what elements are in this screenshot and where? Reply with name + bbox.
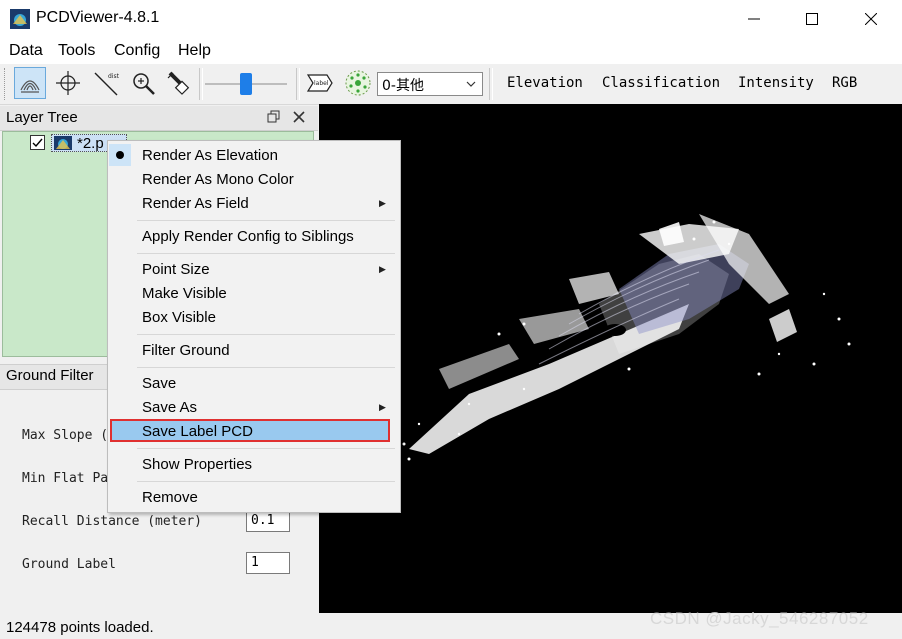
select-points-icon	[20, 80, 40, 93]
layer-visibility-checkbox[interactable]	[30, 135, 45, 150]
menu-filter-ground[interactable]: Filter Ground	[142, 342, 230, 359]
minimize-icon	[748, 18, 760, 20]
tag-label-text: label	[314, 80, 329, 87]
menu-config[interactable]: Config	[114, 42, 160, 60]
point-cluster-icon	[345, 70, 371, 96]
menu-separator	[137, 334, 395, 335]
toolbar-separator	[296, 68, 300, 100]
ground-label-field[interactable]: 1	[246, 552, 290, 574]
radio-dot-icon	[116, 151, 124, 159]
layer-select-dropdown[interactable]: 0-其他	[377, 72, 483, 96]
zoom-button[interactable]	[127, 67, 159, 99]
app-icon	[10, 9, 30, 29]
measure-label: dist	[108, 73, 120, 80]
opacity-slider-handle[interactable]	[240, 73, 252, 95]
eraser-icon	[167, 71, 190, 95]
crosshair-icon	[56, 71, 80, 95]
menu-separator	[137, 481, 395, 482]
menu-separator	[137, 367, 395, 368]
minimize-button[interactable]	[725, 0, 783, 38]
point-cloud-icon	[54, 136, 72, 150]
toolbar-separator	[199, 68, 203, 100]
menu-data[interactable]: Data	[9, 42, 43, 60]
min-flat-label: Min Flat Pa	[22, 471, 109, 486]
ground-filter-title: Ground Filter	[6, 367, 94, 384]
menu-separator	[137, 220, 395, 221]
watermark: CSDN @Jacky_546287052	[650, 609, 869, 628]
layer-tree-title: Layer Tree	[6, 109, 78, 126]
menu-make-visible[interactable]: Make Visible	[142, 285, 227, 302]
menu-show-properties[interactable]: Show Properties	[142, 456, 252, 473]
float-panel-button[interactable]	[267, 110, 281, 129]
menu-point-size[interactable]: Point Size	[142, 261, 210, 278]
toolbar-separator	[489, 68, 493, 100]
toolbar-grip[interactable]	[4, 68, 8, 100]
status-text: 124478 points loaded.	[6, 619, 154, 636]
render-rgb-button[interactable]: RGB	[832, 75, 857, 91]
recall-distance-label: Recall Distance (meter)	[22, 514, 203, 529]
menu-render-mono-color[interactable]: Render As Mono Color	[142, 171, 294, 188]
menu-save-as[interactable]: Save As	[142, 399, 197, 416]
recall-distance-field[interactable]: 0.1	[246, 510, 290, 532]
maximize-icon	[806, 13, 818, 25]
measure-distance-button[interactable]: dist	[90, 67, 122, 99]
submenu-arrow-icon: ▶	[379, 264, 386, 274]
pick-point-button[interactable]	[52, 67, 84, 99]
checkmark-icon	[32, 138, 43, 148]
menu-tools[interactable]: Tools	[58, 42, 95, 60]
menu-save[interactable]: Save	[142, 375, 176, 392]
menu-remove[interactable]: Remove	[142, 489, 198, 506]
point-cloud-viewport[interactable]	[319, 104, 902, 613]
layer-select-value: 0-其他	[382, 78, 424, 94]
color-points-button[interactable]	[342, 67, 374, 99]
render-classification-button[interactable]: Classification	[602, 75, 720, 91]
menu-render-elevation[interactable]: Render As Elevation	[142, 147, 278, 164]
label-tool-button[interactable]: label	[304, 67, 336, 99]
close-button[interactable]	[842, 0, 900, 38]
submenu-arrow-icon: ▶	[379, 198, 386, 208]
layer-item-label: *2.p	[77, 135, 104, 152]
window-title: PCDViewer-4.8.1	[36, 9, 160, 26]
render-elevation-button[interactable]: Elevation	[507, 75, 583, 91]
menu-render-field[interactable]: Render As Field	[142, 195, 249, 212]
ground-label-label: Ground Label	[22, 557, 116, 572]
menu-apply-render-config[interactable]: Apply Render Config to Siblings	[142, 228, 354, 245]
eraser-button[interactable]	[162, 67, 194, 99]
restore-icon	[267, 110, 280, 123]
measure-distance-icon: dist	[94, 72, 120, 96]
max-slope-label: Max Slope (	[22, 428, 109, 443]
render-intensity-button[interactable]: Intensity	[738, 75, 814, 91]
menu-separator	[137, 253, 395, 254]
close-panel-button[interactable]	[292, 110, 306, 129]
tag-label-icon: label	[306, 74, 333, 92]
menu-separator	[137, 448, 395, 449]
menu-box-visible[interactable]: Box Visible	[142, 309, 216, 326]
close-icon	[865, 13, 877, 25]
chevron-down-icon	[466, 81, 476, 87]
select-tool-button[interactable]	[14, 67, 46, 99]
zoom-icon	[133, 73, 155, 95]
menu-help[interactable]: Help	[178, 42, 211, 60]
menu-save-label-pcd[interactable]: Save Label PCD	[142, 423, 253, 440]
maximize-button[interactable]	[783, 0, 841, 38]
close-icon	[293, 111, 305, 123]
submenu-arrow-icon: ▶	[379, 402, 386, 412]
point-cloud-render	[402, 214, 851, 461]
